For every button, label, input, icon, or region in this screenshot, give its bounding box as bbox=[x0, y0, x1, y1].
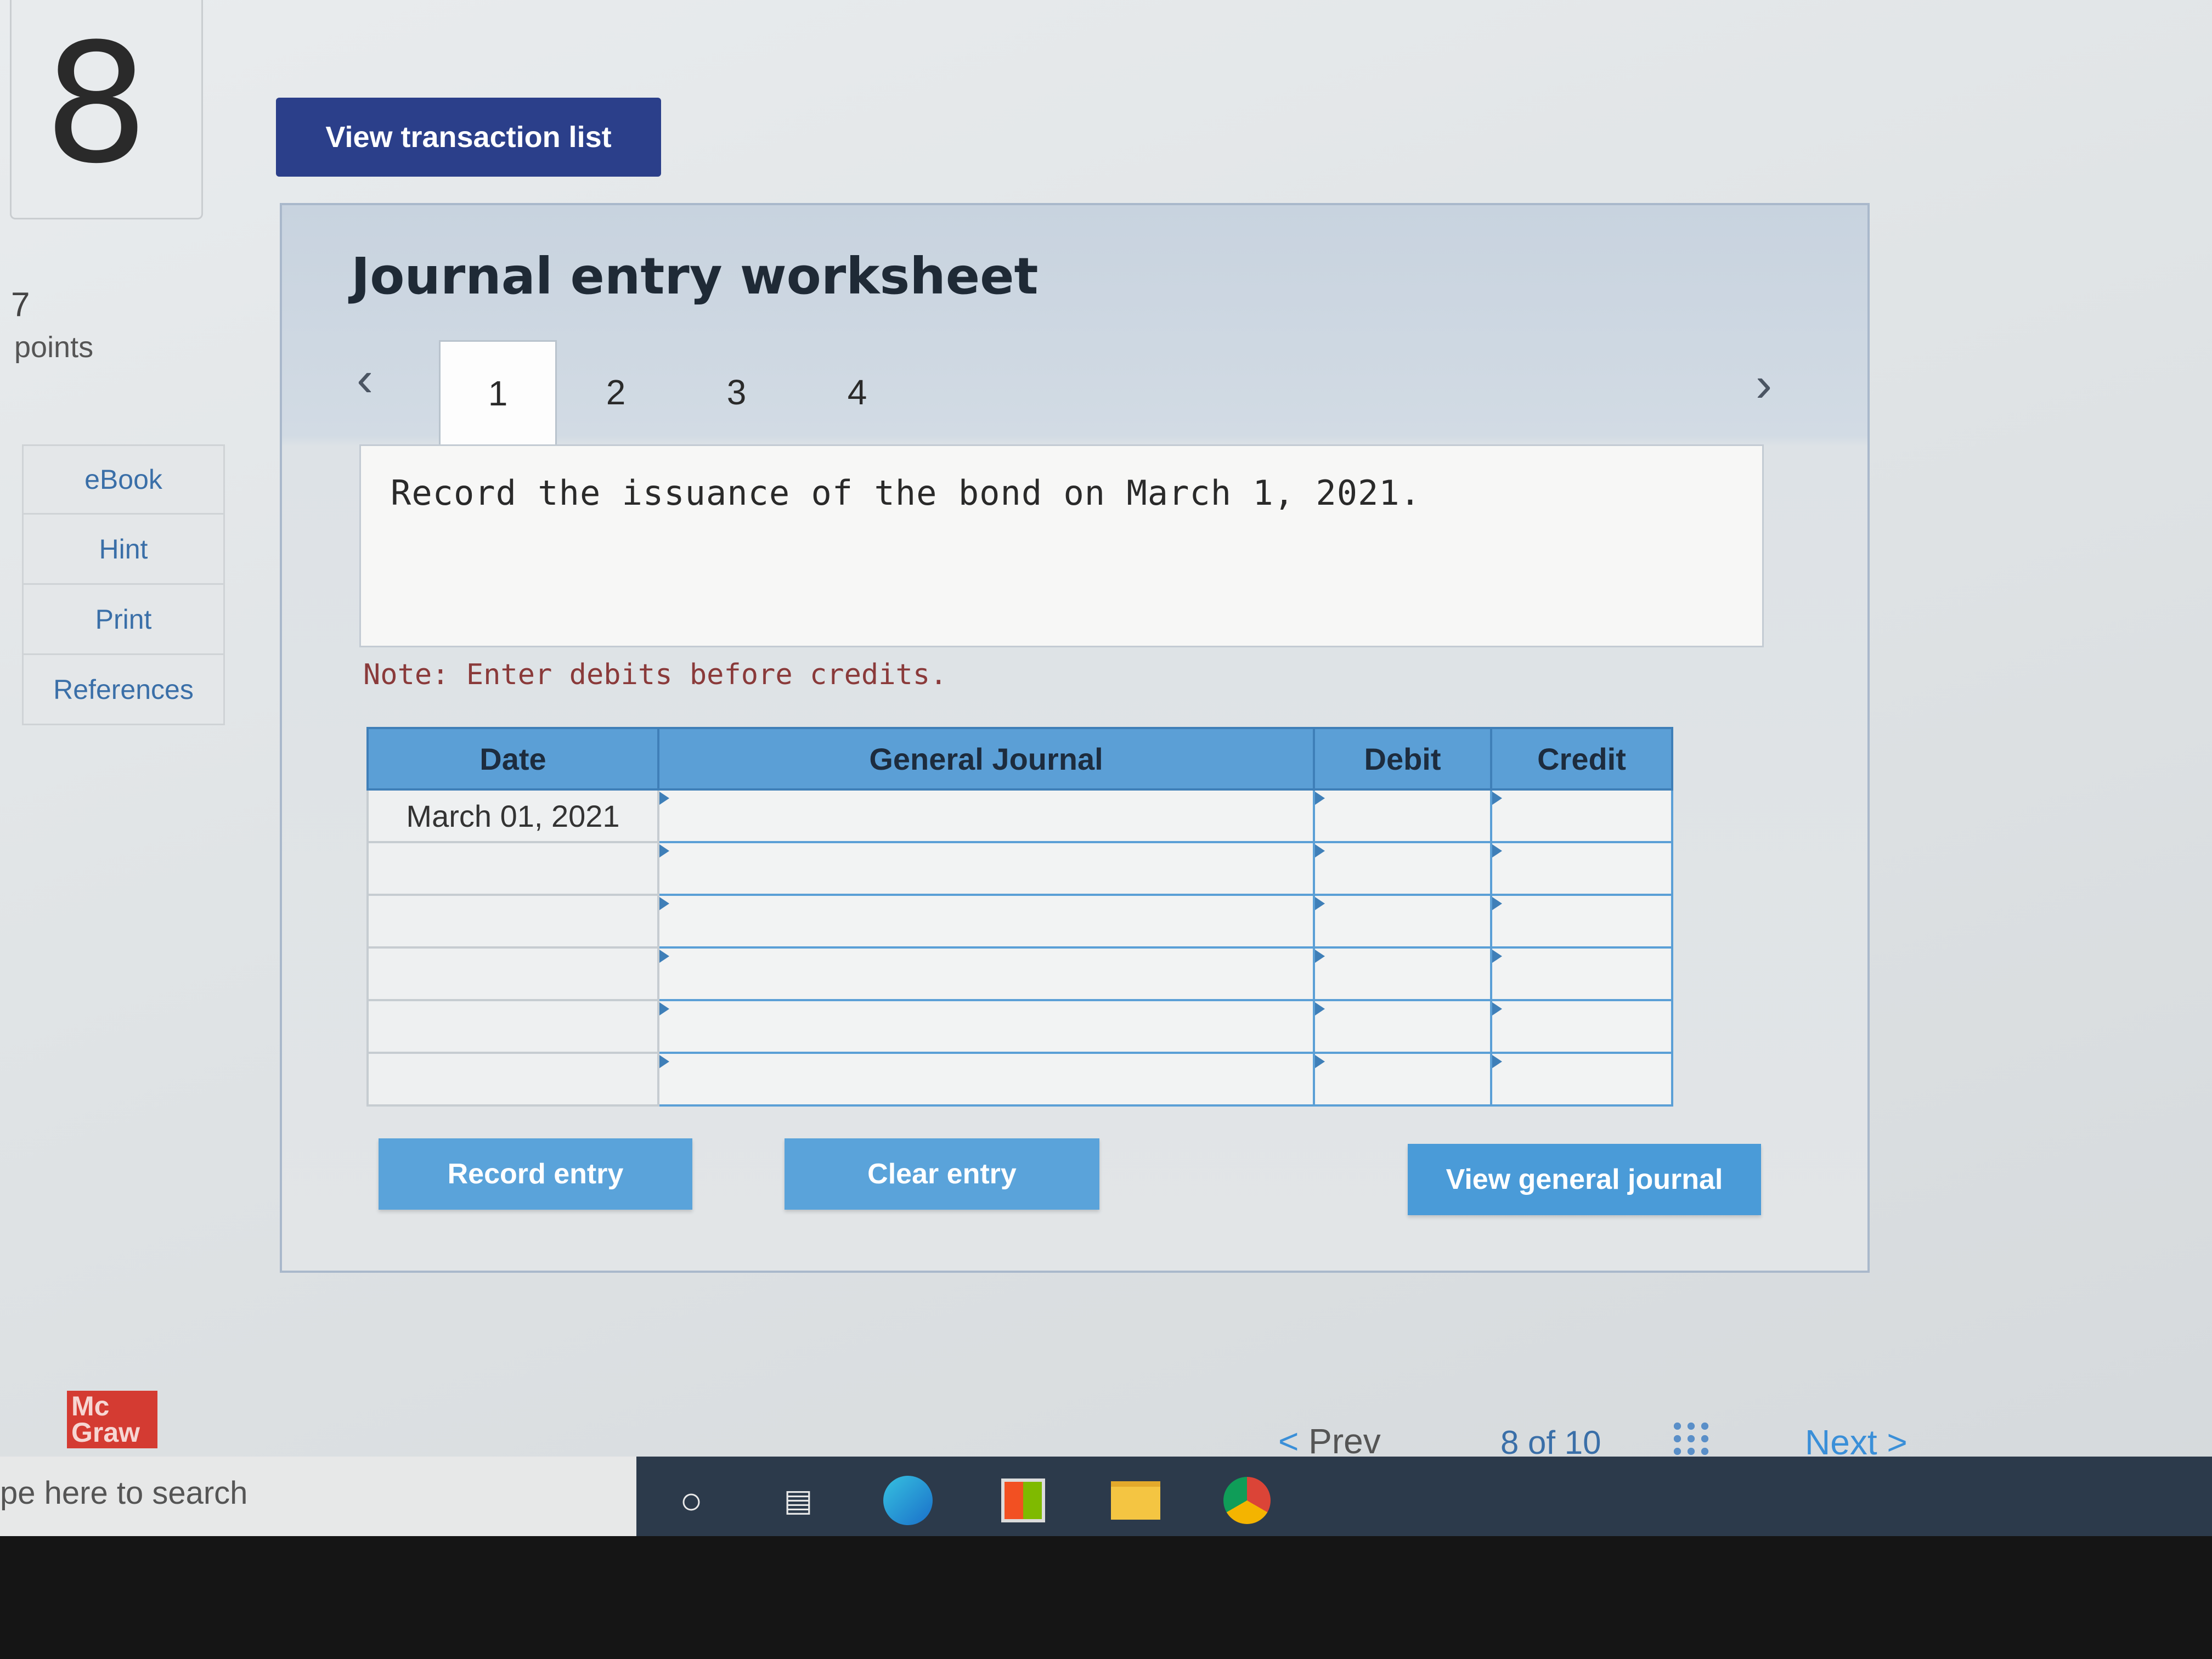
dropdown-marker-icon bbox=[1492, 1055, 1502, 1068]
clear-entry-button[interactable]: Clear entry bbox=[785, 1138, 1099, 1210]
credit-cell[interactable] bbox=[1490, 788, 1673, 843]
mcgraw-hill-logo: Mc Graw bbox=[67, 1391, 157, 1448]
points-label: points bbox=[14, 331, 94, 364]
total-pages: 10 bbox=[1564, 1424, 1601, 1461]
edge-browser-icon[interactable] bbox=[883, 1476, 933, 1525]
account-cell[interactable] bbox=[657, 1052, 1315, 1107]
taskbar-search-placeholder: pe here to search bbox=[0, 1475, 248, 1511]
column-header-debit: Debit bbox=[1313, 727, 1492, 791]
cortana-icon[interactable]: ○ bbox=[667, 1476, 716, 1525]
record-entry-button[interactable]: Record entry bbox=[379, 1138, 692, 1210]
column-header-date: Date bbox=[366, 727, 659, 791]
credit-cell[interactable] bbox=[1490, 841, 1673, 896]
dropdown-marker-icon bbox=[1315, 844, 1325, 857]
column-header-general-journal: General Journal bbox=[657, 727, 1315, 791]
view-transaction-list-button[interactable]: View transaction list bbox=[276, 98, 661, 177]
prev-label: Prev bbox=[1308, 1421, 1381, 1461]
grid-icon[interactable] bbox=[1671, 1420, 1712, 1458]
debit-cell[interactable] bbox=[1313, 894, 1492, 949]
dropdown-marker-icon bbox=[659, 1002, 669, 1015]
credit-cell[interactable] bbox=[1490, 999, 1673, 1054]
account-cell[interactable] bbox=[657, 946, 1315, 1001]
side-item-print[interactable]: Print bbox=[22, 585, 225, 655]
column-header-credit: Credit bbox=[1490, 727, 1673, 791]
dropdown-marker-icon bbox=[659, 950, 669, 963]
store-icon[interactable] bbox=[998, 1476, 1048, 1525]
chevron-left-icon: < bbox=[1278, 1421, 1309, 1461]
debit-cell[interactable] bbox=[1313, 999, 1492, 1054]
debit-cell[interactable] bbox=[1313, 946, 1492, 1001]
table-row: March 01, 2021 bbox=[366, 788, 1673, 843]
dropdown-marker-icon bbox=[1492, 950, 1502, 963]
side-item-references[interactable]: References bbox=[22, 655, 225, 725]
question-number: 8 bbox=[44, 8, 149, 200]
debit-cell[interactable] bbox=[1313, 841, 1492, 896]
chrome-icon[interactable] bbox=[1222, 1476, 1272, 1525]
prompt-text: Record the issuance of the bond on March… bbox=[391, 473, 1421, 513]
tab-2[interactable]: 2 bbox=[557, 340, 675, 444]
dropdown-marker-icon bbox=[1315, 792, 1325, 805]
credit-cell[interactable] bbox=[1490, 1052, 1673, 1107]
date-cell[interactable] bbox=[366, 894, 659, 949]
table-row bbox=[366, 946, 1673, 1001]
date-cell[interactable] bbox=[366, 1052, 659, 1107]
table-row bbox=[366, 841, 1673, 896]
dropdown-marker-icon bbox=[1492, 792, 1502, 805]
of-label: of bbox=[1528, 1424, 1556, 1461]
account-cell[interactable] bbox=[657, 841, 1315, 896]
dropdown-marker-icon bbox=[1315, 1002, 1325, 1015]
dropdown-marker-icon bbox=[1315, 1055, 1325, 1068]
dropdown-marker-icon bbox=[659, 792, 669, 805]
account-cell[interactable] bbox=[657, 999, 1315, 1054]
account-cell[interactable] bbox=[657, 894, 1315, 949]
prev-link[interactable]: < Prev bbox=[1278, 1421, 1381, 1462]
date-cell[interactable] bbox=[366, 946, 659, 1001]
tab-1[interactable]: 1 bbox=[439, 340, 557, 444]
page-indicator: 8 of 10 bbox=[1500, 1424, 1601, 1462]
date-cell[interactable] bbox=[366, 841, 659, 896]
side-item-hint[interactable]: Hint bbox=[22, 515, 225, 585]
task-view-icon[interactable]: ▤ bbox=[774, 1476, 823, 1525]
dropdown-marker-icon bbox=[1315, 950, 1325, 963]
credit-cell[interactable] bbox=[1490, 894, 1673, 949]
dropdown-marker-icon bbox=[659, 897, 669, 910]
current-page: 8 bbox=[1500, 1424, 1519, 1461]
table-row bbox=[366, 999, 1673, 1054]
logo-line-1: Mc bbox=[71, 1391, 110, 1421]
dropdown-marker-icon bbox=[1492, 844, 1502, 857]
chevron-left-icon[interactable]: ‹ bbox=[357, 351, 373, 408]
table-row bbox=[366, 1052, 1673, 1107]
dropdown-marker-icon bbox=[1315, 897, 1325, 910]
table-row bbox=[366, 894, 1673, 949]
account-cell[interactable] bbox=[657, 788, 1315, 843]
dropdown-marker-icon bbox=[659, 844, 669, 857]
tab-4[interactable]: 4 bbox=[798, 340, 916, 444]
side-menu: eBook Hint Print References bbox=[22, 444, 225, 725]
dropdown-marker-icon bbox=[1492, 1002, 1502, 1015]
dropdown-marker-icon bbox=[1492, 897, 1502, 910]
view-general-journal-button[interactable]: View general journal bbox=[1408, 1144, 1761, 1215]
debit-cell[interactable] bbox=[1313, 788, 1492, 843]
logo-line-2: Graw bbox=[71, 1417, 140, 1448]
worksheet-title: Journal entry worksheet bbox=[351, 247, 1039, 306]
side-item-ebook[interactable]: eBook bbox=[22, 444, 225, 515]
date-cell[interactable] bbox=[366, 999, 659, 1054]
points-value: 7 bbox=[11, 286, 30, 324]
debit-cell[interactable] bbox=[1313, 1052, 1492, 1107]
file-explorer-icon[interactable] bbox=[1111, 1476, 1160, 1525]
chevron-right-icon[interactable]: › bbox=[1756, 357, 1772, 413]
tab-3[interactable]: 3 bbox=[678, 340, 795, 444]
journal-table: Date General Journal Debit Credit March … bbox=[366, 727, 1673, 1107]
table-header-row: Date General Journal Debit Credit bbox=[366, 727, 1673, 791]
monitor-bezel bbox=[0, 1536, 2212, 1659]
note-text: Note: Enter debits before credits. bbox=[363, 658, 947, 691]
credit-cell[interactable] bbox=[1490, 946, 1673, 1001]
dropdown-marker-icon bbox=[659, 1055, 669, 1068]
date-cell[interactable]: March 01, 2021 bbox=[366, 788, 659, 843]
